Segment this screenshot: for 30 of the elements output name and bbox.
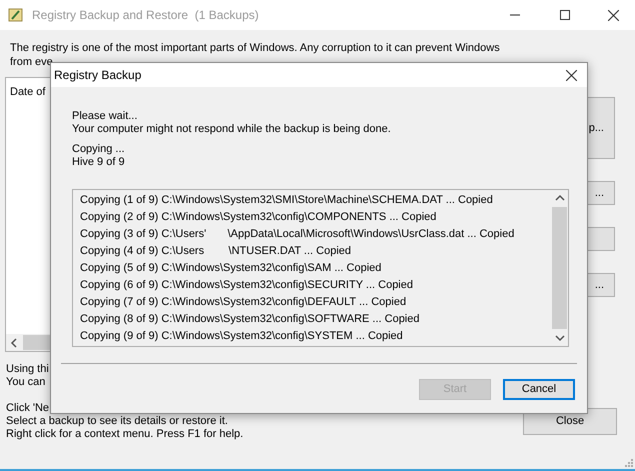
help-text: Right click for a context menu. Press F1 for help. [6, 428, 244, 441]
log-line: Copying (2 of 9) C:\Windows\System32\config\COMPONENTS ... Copied [80, 210, 438, 225]
maximize-icon[interactable] [560, 10, 570, 20]
message-text: Please wait... [72, 110, 138, 123]
dialog-button[interactable]: Cancel [503, 379, 575, 400]
status-text: Hive 9 of 9 [72, 156, 126, 169]
help-text: Select a backup to see its details or restore it. [6, 415, 229, 428]
column-header: Date of [10, 84, 46, 100]
log-line: Copying (1 of 9) C:\Windows\System32\SMI\Store\Machine\SCHEMA.DAT ... Copied [80, 193, 494, 208]
intro-text: The registry is one of the most important parts of Windows. Any corruption to it can prevent Windows [10, 41, 501, 55]
help-text: You can [6, 376, 46, 389]
help-text: Using thi [6, 363, 50, 376]
dialog-title: Registry Backup [54, 67, 142, 84]
intro-text: from eve [10, 55, 54, 69]
help-text: Click 'Ne [6, 402, 50, 415]
status-text: Copying ... [72, 143, 126, 156]
close-icon[interactable] [608, 10, 619, 20]
message-text: Your computer might not respond while the backup is being done. [72, 123, 392, 136]
log-line: Copying (5 of 9) C:\Windows\System32\config\SAM ... Copied [80, 261, 382, 276]
log-line: Copying (7 of 9) C:\Windows\System32\config\DEFAULT ... Copied [80, 295, 408, 310]
scroll-thumb[interactable] [552, 207, 567, 329]
log-line: Copying (3 of 9) C:\Users' \AppData\Local\Microsoft\Windows\UsrClass.dat ... Copied [80, 227, 516, 242]
close-icon[interactable] [566, 70, 577, 80]
log-line: Copying (9 of 9) C:\Windows\System32\config\SYSTEM ... Copied [80, 329, 404, 344]
log-line: Copying (4 of 9) C:\Users \NTUSER.DAT ... Copied [80, 244, 352, 259]
resize-grip-icon[interactable] [625, 459, 633, 467]
window-title: Registry Backup and Restore (1 Backups) [32, 7, 259, 24]
log-line: Copying (6 of 9) C:\Windows\System32\config\SECURITY ... Copied [80, 278, 414, 293]
log-line: Copying (8 of 9) C:\Windows\System32\config\SOFTWARE ... Copied [80, 312, 420, 327]
registry-icon [8, 7, 24, 23]
